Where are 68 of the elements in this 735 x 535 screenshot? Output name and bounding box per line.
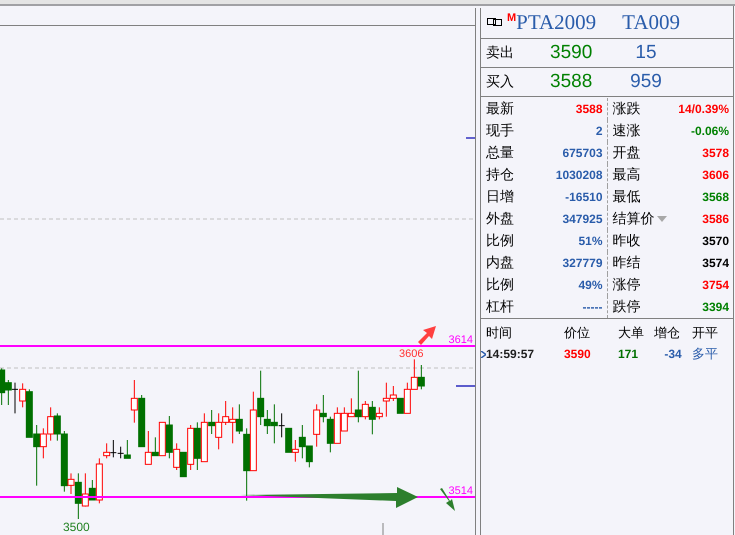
stat-value: 3574 <box>702 256 729 270</box>
order-price: 3588 <box>550 71 594 93</box>
stat-label: 总量 <box>486 144 514 162</box>
stat-value: 1030208 <box>556 168 602 182</box>
order-volume: 959 <box>629 71 663 93</box>
level-label: 3514 <box>448 485 473 497</box>
stat-label: 涨停 <box>612 276 640 294</box>
stat-value: 3394 <box>702 300 729 314</box>
stat-label: 杠杆 <box>486 298 514 316</box>
stat-label: 内盘 <box>486 254 514 272</box>
stat-value: 51% <box>578 234 602 248</box>
low-price-label: 3500 <box>63 520 90 534</box>
stat-value: 3754 <box>702 278 729 292</box>
stat-value: 3570 <box>702 234 729 248</box>
order-price: 3590 <box>550 42 594 64</box>
stat-value: 14/0.39% <box>678 102 729 116</box>
high-price-label: 3606 <box>399 348 424 360</box>
stat-label: 昨收 <box>612 232 640 250</box>
stat-value: 3568 <box>702 190 729 204</box>
stat-value: 3588 <box>576 102 602 116</box>
stat-value: -16510 <box>565 190 602 204</box>
table-cell-text: 3590 <box>564 347 592 361</box>
stat-value: 49% <box>578 278 602 292</box>
level-label: 3614 <box>448 334 473 346</box>
instrument-name: PTA2009 <box>516 10 596 34</box>
column-header: 价位 <box>564 324 591 342</box>
order-label: 买入 <box>485 73 515 91</box>
price-marker <box>456 385 475 387</box>
order-volume: 15 <box>634 42 658 64</box>
stat-label: 跌停 <box>612 298 640 316</box>
column-header: 开平 <box>692 324 719 342</box>
stat-label: 持仓 <box>486 166 514 184</box>
link-icon[interactable] <box>487 18 503 26</box>
stat-label: 比例 <box>486 276 514 294</box>
stat-label: 开盘 <box>612 144 640 162</box>
stat-value: ----- <box>582 300 602 314</box>
stat-label: 昨结 <box>612 254 640 272</box>
instrument-code: TA009 <box>622 10 680 34</box>
column-header: 增仓 <box>654 324 681 342</box>
stat-label: 比例 <box>486 232 514 250</box>
market-letter: M <box>507 12 516 24</box>
stat-label: 外盘 <box>486 210 514 228</box>
table-cell-text: 171 <box>618 347 640 361</box>
stat-value: 2 <box>596 124 602 138</box>
stat-label: 现手 <box>486 122 514 140</box>
column-header: 大单 <box>618 324 645 342</box>
stat-value: 3586 <box>702 212 729 226</box>
table-cell-text: 14:59:57 <box>486 347 536 361</box>
axis-tick <box>382 522 384 535</box>
column-header: 时间 <box>486 324 513 342</box>
stat-label: 速涨 <box>612 122 640 140</box>
stat-value: 3606 <box>702 168 729 182</box>
stat-label: 最高 <box>612 166 640 184</box>
stat-value: -0.06% <box>690 124 729 138</box>
stat-label: 结算价 <box>612 210 654 228</box>
table-cell-text: -34 <box>663 347 683 361</box>
stat-value: 675703 <box>562 146 602 160</box>
stat-label: 最新 <box>486 100 514 118</box>
stat-label: 日增 <box>486 188 514 206</box>
stat-label: 最低 <box>612 188 640 206</box>
stat-label: 涨跌 <box>612 100 640 118</box>
stat-value: 3578 <box>702 146 729 160</box>
stat-value: 327779 <box>562 256 602 270</box>
price-marker <box>466 137 475 139</box>
up-arrow-icon <box>418 326 436 345</box>
table-cell-text: 多平 <box>692 345 719 363</box>
order-label: 卖出 <box>485 44 515 62</box>
stat-value: 347925 <box>562 212 602 226</box>
